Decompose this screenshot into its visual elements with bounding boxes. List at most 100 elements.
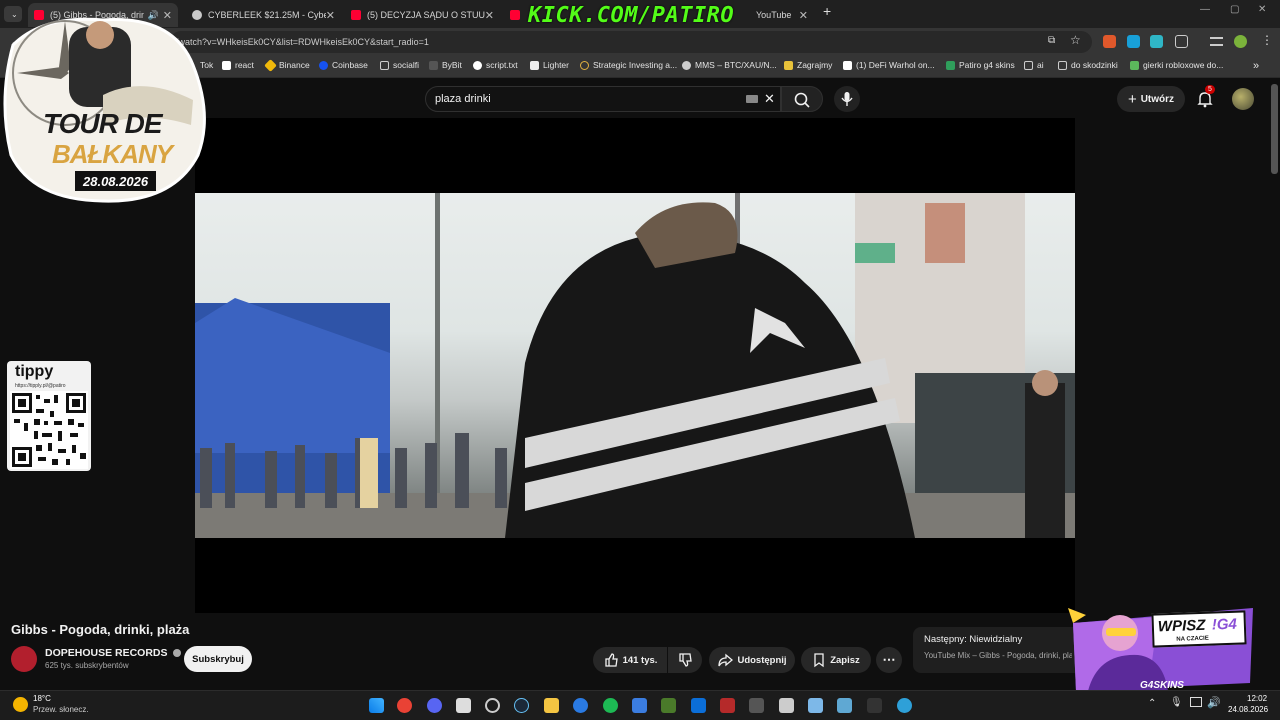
notepad-icon[interactable] xyxy=(808,698,823,713)
bookmarks-overflow-icon[interactable]: » xyxy=(1253,60,1259,72)
maximize-icon[interactable]: ▢ xyxy=(1230,4,1239,15)
youtube-icon xyxy=(351,10,361,20)
close-tab-icon[interactable]: ✕ xyxy=(799,9,808,22)
app-icon[interactable] xyxy=(749,698,764,713)
channel-name[interactable]: DOPEHOUSE RECORDS xyxy=(45,647,182,659)
extension-icon[interactable] xyxy=(1127,35,1140,48)
globe-icon xyxy=(682,60,691,70)
g4skins-promo-overlay: WPISZ !G4 NA CZACIE G4SKINS xyxy=(1068,603,1258,693)
dislike-button[interactable] xyxy=(668,647,702,673)
g4-callout: WPISZ !G4 NA CZACIE xyxy=(1151,610,1247,648)
bookmark-item[interactable]: ByBit xyxy=(429,60,462,70)
bookmark-item[interactable]: Lighter xyxy=(530,60,569,70)
keyboard-icon[interactable] xyxy=(746,95,758,103)
new-tab-icon[interactable]: + xyxy=(823,3,831,19)
clear-search-icon[interactable]: ✕ xyxy=(764,91,775,107)
verified-icon xyxy=(173,649,182,658)
bookmark-item[interactable]: Coinbase xyxy=(319,60,368,70)
account-avatar[interactable] xyxy=(1232,88,1254,110)
subscriber-count: 625 tys. subskrybentów xyxy=(45,661,129,670)
save-button[interactable]: Zapisz xyxy=(801,647,871,673)
share-button[interactable]: Udostępnij xyxy=(709,647,795,673)
search-button[interactable] xyxy=(781,86,823,112)
app-icon[interactable] xyxy=(837,698,852,713)
app-icon[interactable] xyxy=(573,698,588,713)
bookmark-item[interactable]: do skodzinki xyxy=(1058,60,1118,70)
site-icon xyxy=(784,60,793,70)
subscribe-button[interactable]: Subskrybuj xyxy=(184,646,252,672)
clock-date[interactable]: 24.08.2026 xyxy=(1228,705,1268,714)
video-title: Gibbs - Pogoda, drinki, plaża xyxy=(11,622,190,637)
close-tab-icon[interactable]: ✕ xyxy=(485,9,494,22)
tray-overflow-icon[interactable]: ⌃ xyxy=(1148,698,1156,709)
g4-icon xyxy=(946,60,955,70)
file-explorer-icon[interactable] xyxy=(544,698,559,713)
video-frame[interactable] xyxy=(195,193,1075,538)
app-icon[interactable] xyxy=(456,698,471,713)
volume-icon[interactable]: 🔊 xyxy=(1207,696,1221,709)
github-desktop-icon[interactable] xyxy=(485,698,500,713)
app-icon[interactable] xyxy=(632,698,647,713)
steam-icon[interactable] xyxy=(514,698,529,713)
clock-time[interactable]: 12:02 xyxy=(1247,694,1267,703)
weather-temp[interactable]: 18°C xyxy=(33,694,51,703)
extension-icon[interactable] xyxy=(1103,35,1116,48)
app-icon[interactable] xyxy=(661,698,676,713)
weather-sun-icon[interactable] xyxy=(13,697,28,712)
bookmark-item[interactable]: MMS – BTC/XAU/N... xyxy=(682,60,777,70)
microphone-tray-icon[interactable]: 🎙 xyxy=(1170,697,1183,708)
bookmark-star-icon[interactable]: ☆ xyxy=(1070,33,1081,47)
up-next-card[interactable]: Następny: Niewidzialny YouTube Mix – Gib… xyxy=(913,627,1083,673)
close-tab-icon[interactable]: ✕ xyxy=(326,9,335,22)
bookmark-item[interactable]: (1) DeFi Warhol on... xyxy=(843,60,935,70)
extensions-puzzle-icon[interactable] xyxy=(1175,35,1188,48)
bookmark-item[interactable]: react xyxy=(222,60,254,70)
minimize-icon[interactable]: — xyxy=(1200,4,1210,15)
thumbs-up-icon xyxy=(604,653,618,667)
bookmark-item[interactable]: Patiro g4 skins xyxy=(946,60,1015,70)
create-button[interactable]: + Utwórz xyxy=(1117,86,1185,112)
bookmark-item[interactable]: ai xyxy=(1024,60,1044,70)
extension-icon[interactable] xyxy=(1150,35,1163,48)
folder-icon xyxy=(380,60,389,70)
app-icon[interactable] xyxy=(779,698,794,713)
more-actions-icon[interactable]: ⋯ xyxy=(876,647,902,673)
chrome-icon[interactable] xyxy=(397,698,412,713)
like-button[interactable]: 141 tys. xyxy=(593,647,667,673)
menu-dots-icon[interactable]: ⋮ xyxy=(1261,33,1273,47)
bookmark-item[interactable]: gierki robloxowe do... xyxy=(1130,60,1223,70)
bookmark-item[interactable]: script.txt xyxy=(473,60,518,70)
search-icon xyxy=(794,92,810,108)
bookmark-item[interactable]: Binance xyxy=(264,58,310,72)
site-icon xyxy=(580,60,589,70)
install-icon[interactable]: ⧉ xyxy=(1048,35,1055,46)
discord-icon[interactable] xyxy=(427,698,442,713)
app-icon[interactable] xyxy=(720,698,735,713)
weather-description[interactable]: Przew. słonecz. xyxy=(33,705,89,714)
tour-title: TOUR DE xyxy=(43,108,162,139)
windows-start-icon[interactable] xyxy=(369,698,384,713)
app-icon[interactable] xyxy=(867,698,882,713)
page-scrollbar[interactable] xyxy=(1271,84,1278,174)
notifications-button[interactable]: 5 xyxy=(1195,85,1215,109)
bookmark-item[interactable]: Zagrajmy xyxy=(784,60,832,70)
bookmark-item[interactable]: socialfi xyxy=(380,60,419,70)
search-input[interactable]: plaza drinki ✕ xyxy=(425,86,781,112)
spotify-icon[interactable] xyxy=(603,698,618,713)
close-window-icon[interactable]: ✕ xyxy=(1258,4,1266,15)
bookmark-item[interactable]: Strategic Investing a... xyxy=(580,60,677,70)
telegram-icon[interactable] xyxy=(897,698,912,713)
network-icon[interactable] xyxy=(1190,697,1202,707)
folder-icon xyxy=(1024,60,1033,70)
channel-avatar[interactable] xyxy=(11,646,37,672)
voice-search-button[interactable] xyxy=(834,86,860,112)
tour-date: 28.08.2026 xyxy=(75,171,157,191)
github-icon xyxy=(473,60,482,70)
address-bar[interactable]: /watch?v=WHkeisEk0CY&list=RDWHkeisEk0CY&… xyxy=(170,31,1092,53)
app-icon[interactable] xyxy=(691,698,706,713)
profile-avatar[interactable] xyxy=(1234,35,1247,48)
tab-decyzja[interactable]: (5) DECYZJA SĄDU O STUU (GT ✕ xyxy=(345,3,500,27)
tipply-url: https://tipply.pl/@patiro xyxy=(15,383,66,389)
reading-list-icon[interactable] xyxy=(1210,37,1223,46)
video-scene xyxy=(195,193,1075,538)
